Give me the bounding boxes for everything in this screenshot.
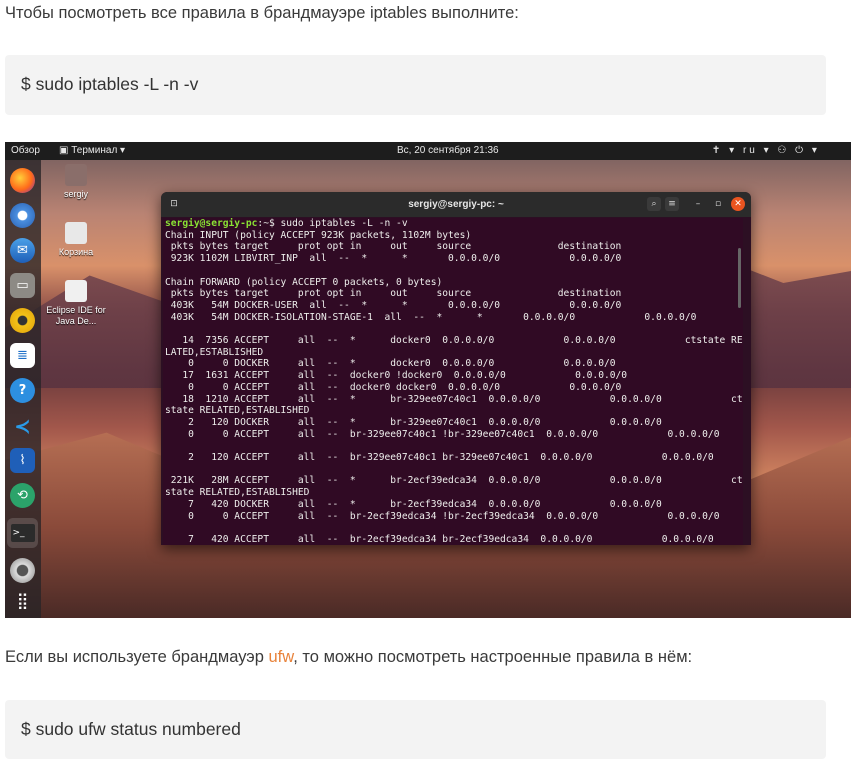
thunderbird-icon[interactable]: ✉ (10, 238, 35, 263)
eclipse-icon (65, 280, 87, 302)
home-folder-icon (65, 164, 87, 186)
vscode-icon[interactable]: ≺ (10, 413, 35, 438)
ufw-text-after: , то можно посмотреть настроенные правил… (293, 648, 693, 666)
menu-icon[interactable]: ≡ (665, 197, 679, 211)
command-text: $ sudo iptables -L -n -v (21, 74, 199, 94)
clock[interactable]: Вс, 20 сентября 21:36 (397, 145, 499, 156)
desktop-screenshot: Обзор ▣ Терминал ▾ Вс, 20 сентября 21:36… (5, 142, 851, 618)
ufw-link[interactable]: ufw (268, 648, 293, 666)
desktop-icon-label: Eclipse IDE for Java De... (46, 305, 106, 326)
firefox-icon[interactable] (10, 168, 35, 193)
search-icon[interactable]: ⌕ (647, 197, 661, 211)
rhythmbox-icon[interactable] (10, 308, 35, 333)
dock: ✉ ▭ ≣ ? ≺ ⌇ ⟲ >_ ⣿ (5, 160, 41, 618)
top-bar: Обзор ▣ Терминал ▾ Вс, 20 сентября 21:36… (5, 142, 851, 160)
terminal-window[interactable]: ⊡ sergiy@sergiy-pc: ~ ⌕ ≡ – ▫ ✕ sergiy@s… (161, 192, 751, 545)
help-icon[interactable]: ? (10, 378, 35, 403)
close-icon[interactable]: ✕ (731, 197, 745, 211)
terminal-command: :~$ sudo iptables -L -n -v (257, 218, 408, 229)
terminal-title: sergiy@sergiy-pc: ~ (408, 199, 504, 210)
writer-icon[interactable]: ≣ (10, 343, 35, 368)
trash-icon (65, 222, 87, 244)
terminal-icon[interactable]: >_ (7, 518, 38, 548)
terminal-prompt: sergiy@sergiy-pc (165, 218, 258, 229)
maximize-icon[interactable]: ▫ (711, 197, 725, 211)
monitor-icon[interactable]: ⌇ (10, 448, 35, 473)
desktop-icon-home[interactable]: sergiy (39, 164, 113, 200)
chromium-icon[interactable] (10, 203, 35, 228)
desktop-icon-trash[interactable]: Корзина (39, 222, 113, 258)
code-block-ufw: $ sudo ufw status numbered (5, 700, 826, 759)
settings-icon[interactable] (10, 558, 35, 583)
ufw-text: Если вы используете брандмауэр ufw, то м… (5, 648, 692, 667)
desktop-icon-label: Корзина (58, 247, 94, 257)
terminal-app-menu[interactable]: ▣ Терминал ▾ (59, 145, 125, 156)
terminal-scrollbar[interactable] (738, 248, 741, 308)
desktop-icon-eclipse[interactable]: Eclipse IDE for Java De... (39, 280, 113, 327)
terminal-output: sergiy@sergiy-pc:~$ sudo iptables -L -n … (163, 218, 743, 545)
code-block-iptables: $ sudo iptables -L -n -v (5, 55, 826, 115)
minimize-icon[interactable]: – (691, 197, 705, 211)
ufw-text-before: Если вы используете брандмауэр (5, 648, 269, 666)
appstore-icon[interactable]: ⟲ (10, 483, 35, 508)
intro-text: Чтобы посмотреть все правила в брандмауэ… (5, 4, 519, 22)
system-indicators[interactable]: ✝ ▾ ru ▾ ⚇ ⏻ ▾ (712, 145, 820, 156)
desktop-icon-label: sergiy (63, 189, 88, 199)
terminal-output-text: Chain INPUT (policy ACCEPT 923K packets,… (165, 229, 743, 545)
terminal-titlebar[interactable]: ⊡ sergiy@sergiy-pc: ~ ⌕ ≡ – ▫ ✕ (161, 192, 751, 217)
apps-grid-icon[interactable]: ⣿ (10, 588, 35, 613)
overview-button[interactable]: Обзор (11, 145, 40, 156)
command-text: $ sudo ufw status numbered (21, 719, 241, 739)
terminal-body[interactable]: sergiy@sergiy-pc:~$ sudo iptables -L -n … (163, 218, 743, 545)
files-icon[interactable]: ▭ (10, 273, 35, 298)
